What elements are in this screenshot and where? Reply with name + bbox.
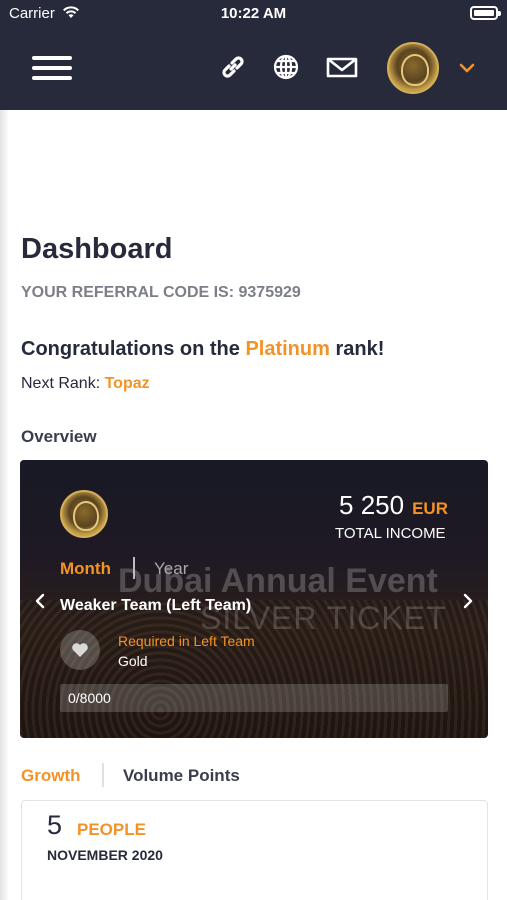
chevron-left-icon[interactable] — [34, 593, 46, 609]
battery-icon — [470, 6, 501, 20]
chevron-right-icon[interactable] — [462, 593, 474, 609]
progress-text: 0/8000 — [68, 690, 111, 706]
amount-currency: EUR — [412, 499, 448, 518]
requirement-label: Required in Left Team — [118, 633, 255, 649]
top-bar: Carrier 10:22 AM — [0, 0, 507, 110]
stat-period: NOVEMBER 2020 — [47, 847, 163, 863]
clock: 10:22 AM — [220, 5, 287, 22]
avatar[interactable] — [387, 42, 439, 94]
next-rank-value: Topaz — [104, 375, 150, 392]
overview-heading: Overview — [21, 427, 97, 446]
next-rank-label: Next Rank: — [21, 375, 105, 392]
congrats-suffix: rank! — [329, 338, 385, 360]
tab-divider — [102, 763, 104, 787]
page-title: Dashboard — [21, 233, 173, 265]
growth-stat-card: 5 PEOPLE NOVEMBER 2020 — [21, 800, 488, 900]
drawer-edge-shadow — [0, 110, 9, 900]
people-count: 5 — [47, 810, 63, 840]
tab-year[interactable]: Year — [154, 559, 188, 579]
menu-icon[interactable] — [32, 56, 72, 80]
requirement-value: Gold — [118, 653, 148, 669]
rank-logo — [60, 490, 108, 538]
tab-divider — [133, 557, 135, 579]
people-unit: PEOPLE — [77, 820, 146, 839]
status-bar: Carrier 10:22 AM — [0, 0, 507, 28]
link-icon[interactable] — [218, 52, 248, 82]
total-income-amount: 5 250 EUR — [339, 490, 448, 521]
next-rank: Next Rank: Topaz — [21, 375, 150, 393]
team-title: Weaker Team (Left Team) — [60, 597, 252, 614]
overview-card: Dubai Annual Event SILVER TICKET 5 250 EU… — [20, 460, 488, 738]
chevron-down-icon[interactable] — [458, 60, 476, 76]
progress-bar: 0/8000 — [60, 684, 448, 712]
current-rank: Platinum — [245, 338, 330, 360]
total-income-label: TOTAL INCOME — [335, 525, 446, 542]
amount-value: 5 250 — [339, 490, 405, 520]
mail-icon[interactable] — [326, 52, 358, 82]
heart-icon — [60, 630, 100, 670]
tab-month[interactable]: Month — [60, 559, 111, 579]
congrats-prefix: Congratulations on the — [21, 338, 246, 360]
tab-volume-points[interactable]: Volume Points — [123, 766, 240, 786]
rank-congrats: Congratulations on the Platinum rank! — [21, 338, 384, 361]
globe-icon[interactable] — [271, 52, 301, 82]
tab-growth[interactable]: Growth — [21, 766, 81, 786]
referral-code: YOUR REFERRAL CODE IS: 9375929 — [21, 284, 301, 301]
